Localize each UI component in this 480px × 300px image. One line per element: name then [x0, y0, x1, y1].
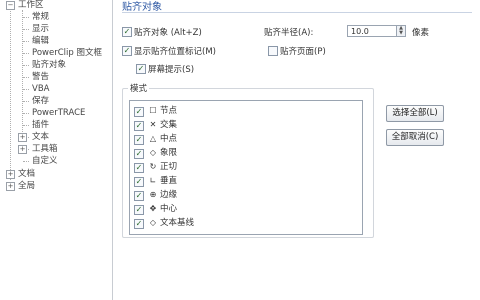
mode-label: 文本基线: [160, 218, 195, 228]
show-snap-location-label: 显示贴齐位置标记(M): [134, 47, 216, 57]
mode-label: 节点: [160, 106, 178, 116]
snap-mode-icon: ◇: [149, 148, 157, 157]
mode-checkbox[interactable]: ✓: [134, 149, 144, 159]
tree-item[interactable]: 编辑: [32, 35, 49, 47]
tree-item[interactable]: 保存: [32, 95, 49, 107]
mode-checkbox[interactable]: ✓: [134, 107, 144, 117]
tree-item[interactable]: 常规: [32, 11, 49, 23]
snap-mode-icon: ✥: [149, 204, 157, 213]
mode-label: 象限: [160, 148, 178, 158]
tree-line: [23, 29, 29, 30]
tree-line: [23, 41, 29, 42]
tree-item[interactable]: 工具箱: [32, 143, 58, 155]
tree-line: [23, 113, 29, 114]
mode-label: 垂直: [160, 176, 178, 186]
tree-item[interactable]: 贴齐对象: [32, 59, 66, 71]
collapse-icon[interactable]: −: [6, 1, 15, 10]
snap-radius-unit: 像素: [412, 28, 430, 38]
expand-icon[interactable]: +: [6, 170, 15, 179]
tree-item[interactable]: 文本: [32, 131, 49, 143]
snap-mode-icon: ✕: [149, 120, 157, 129]
tree-line: [10, 6, 11, 180]
mode-label: 正切: [160, 162, 178, 172]
title-divider: [122, 12, 472, 13]
expand-icon[interactable]: +: [6, 182, 15, 191]
tree-line: [23, 17, 29, 18]
cancel-all-button[interactable]: 全部取消(C): [386, 129, 444, 146]
snap-mode-icon: ◇: [149, 218, 157, 227]
tree-item[interactable]: 插件: [32, 119, 49, 131]
tree-line: [23, 53, 29, 54]
tree-item[interactable]: VBA: [32, 83, 49, 95]
tree-item-workspace[interactable]: 工作区: [18, 0, 44, 11]
snap-page-label: 贴齐页面(P): [280, 47, 326, 57]
tree-line: [23, 125, 29, 126]
expand-icon[interactable]: +: [18, 145, 27, 154]
snap-mode-icon: ↻: [149, 162, 157, 171]
tree-line: [23, 65, 29, 66]
snap-radius-label: 贴齐半径(A):: [264, 28, 314, 38]
snap-page-checkbox[interactable]: [268, 46, 278, 56]
mode-label: 中心: [160, 204, 178, 214]
modes-list[interactable]: ✓ ☐ 节点 ✓ ✕ 交集 ✓ △ 中点 ✓ ◇ 象限 ✓ ↻ 正切 ✓ ∟ 垂直 ✓ ⊕ 边缘 ✓ ✥ 中心 ✓ ◇ 文本基线: [129, 100, 363, 235]
snap-mode-icon: ☐: [149, 106, 157, 115]
mode-checkbox[interactable]: ✓: [134, 121, 144, 131]
mode-checkbox[interactable]: ✓: [134, 191, 144, 201]
tree-item-global[interactable]: 全局: [18, 180, 35, 192]
tree-item[interactable]: 显示: [32, 23, 49, 35]
show-snap-location-checkbox[interactable]: ✓: [122, 46, 132, 56]
tree-item[interactable]: PowerTRACE: [32, 107, 85, 119]
mode-checkbox[interactable]: ✓: [134, 163, 144, 173]
tree-item-document[interactable]: 文档: [18, 168, 35, 180]
snap-mode-icon: ∟: [149, 176, 157, 185]
snap-radius-spinner[interactable]: ▲ ▼: [397, 25, 406, 37]
snap-objects-page: 贴齐对象 ✓ 贴齐对象 (Alt+Z) 贴齐半径(A): 10.0 ▲ ▼ 像素…: [114, 0, 480, 300]
mode-checkbox[interactable]: ✓: [134, 177, 144, 187]
tree-line: [23, 89, 29, 90]
snap-objects-checkbox[interactable]: ✓: [122, 27, 132, 37]
mode-checkbox[interactable]: ✓: [134, 219, 144, 229]
select-all-button[interactable]: 选择全部(L): [386, 105, 444, 122]
tree-item[interactable]: 警告: [32, 71, 49, 83]
mode-checkbox[interactable]: ✓: [134, 135, 144, 145]
mode-checkbox[interactable]: ✓: [134, 205, 144, 215]
spin-down-icon[interactable]: ▼: [397, 31, 405, 36]
options-tree: − 工作区 常规 显示 编辑 PowerClip 图文框 贴齐对象 警告 VBA 保存 Powe…: [2, 0, 113, 300]
modes-group-title: 模式: [128, 82, 150, 94]
mode-label: 交集: [160, 120, 178, 130]
tree-item[interactable]: PowerClip 图文框: [32, 47, 102, 59]
mode-label: 边缘: [160, 190, 178, 200]
snap-objects-label: 贴齐对象 (Alt+Z): [134, 28, 202, 38]
tree-line: [23, 101, 29, 102]
tree-line: [23, 77, 29, 78]
tree-line: [23, 161, 29, 162]
expand-icon[interactable]: +: [18, 133, 27, 142]
snap-radius-input[interactable]: 10.0: [347, 25, 397, 37]
snap-mode-icon: △: [149, 134, 157, 143]
tree-item[interactable]: 自定义: [32, 155, 58, 167]
screen-tips-checkbox[interactable]: ✓: [136, 64, 146, 74]
screen-tips-label: 屏幕提示(S): [148, 65, 195, 75]
snap-mode-icon: ⊕: [149, 190, 157, 199]
mode-label: 中点: [160, 134, 178, 144]
